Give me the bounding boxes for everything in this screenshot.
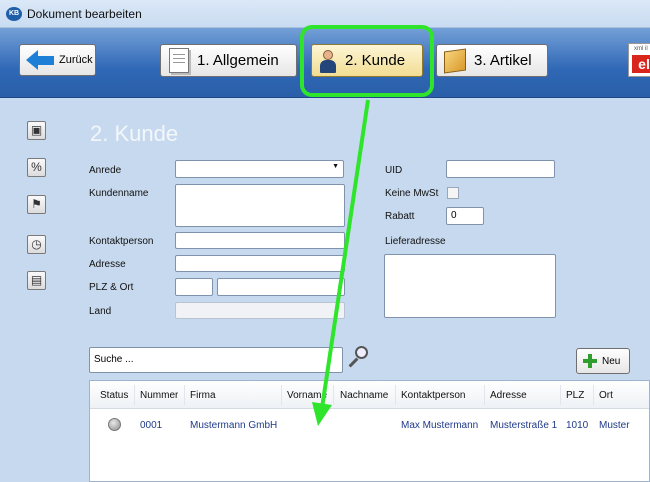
kundenname-field[interactable] — [175, 184, 345, 227]
search-input[interactable]: Suche ... — [89, 347, 343, 373]
col-kontaktperson[interactable]: Kontaktperson — [401, 390, 466, 401]
status-indicator-icon — [108, 418, 121, 431]
table-header: Status Nummer Firma Vorname Nachname Kon… — [90, 381, 649, 409]
new-button-label: Neu — [602, 355, 621, 367]
page-title: 2. Kunde — [90, 121, 179, 146]
col-nummer[interactable]: Nummer — [140, 390, 178, 401]
keine-mwst-label: Keine MwSt — [385, 188, 439, 199]
portrait-icon[interactable]: ▣ — [27, 121, 46, 140]
person-icon — [319, 49, 337, 73]
cell-kontaktperson: Max Mustermann — [401, 420, 479, 431]
cell-firma: Mustermann GmbH — [190, 420, 278, 431]
tab-allgemein-label: 1. Allgemein — [197, 52, 279, 69]
adresse-field[interactable] — [175, 255, 345, 272]
anrede-select[interactable] — [175, 160, 344, 178]
col-status[interactable]: Status — [100, 390, 128, 401]
col-nachname[interactable]: Nachname — [340, 390, 388, 401]
calendar-clock-icon[interactable]: ▤ — [27, 271, 46, 290]
ort-field[interactable] — [217, 278, 345, 296]
uid-field[interactable] — [446, 160, 555, 178]
keine-mwst-checkbox[interactable] — [447, 187, 459, 199]
brand-logo: xml il el — [628, 43, 650, 77]
tab-allgemein[interactable]: 1. Allgemein — [160, 44, 297, 77]
col-ort[interactable]: Ort — [599, 390, 613, 401]
customer-table: Status Nummer Firma Vorname Nachname Kon… — [89, 380, 650, 482]
land-field[interactable] — [175, 302, 345, 319]
col-plz[interactable]: PLZ — [566, 390, 584, 401]
anrede-label: Anrede — [89, 165, 122, 176]
tab-artikel[interactable]: 3. Artikel — [436, 44, 548, 77]
title-bar: KB Dokument bearbeiten — [0, 0, 650, 28]
lieferadresse-label: Lieferadresse — [385, 236, 446, 247]
plus-icon — [583, 354, 597, 368]
cell-plz: 1010 — [566, 420, 589, 431]
kontaktperson-field[interactable] — [175, 232, 345, 249]
clock-icon[interactable]: ◷ — [27, 235, 46, 254]
uid-label: UID — [385, 165, 403, 176]
back-button[interactable]: Zurück — [19, 44, 96, 76]
package-icon — [444, 47, 466, 74]
tab-kunde[interactable]: 2. Kunde — [311, 44, 423, 77]
toolbar: Zurück 1. Allgemein 2. Kunde 3. Artikel … — [0, 28, 650, 98]
cell-adresse: Musterstraße 1 — [490, 420, 558, 431]
signpost-icon[interactable]: ⚑ — [27, 195, 46, 214]
tab-artikel-label: 3. Artikel — [474, 52, 532, 69]
app-logo: KB — [6, 7, 22, 21]
rabatt-field[interactable]: 0 — [446, 207, 484, 225]
plz-field[interactable] — [175, 278, 213, 296]
adresse-label: Adresse — [89, 259, 126, 270]
document-icon — [169, 48, 189, 73]
kundenname-label: Kundenname — [89, 188, 149, 199]
back-arrow-icon — [26, 50, 38, 70]
lieferadresse-field[interactable] — [384, 254, 556, 318]
kontaktperson-label: Kontaktperson — [89, 236, 154, 247]
land-label: Land — [89, 306, 112, 317]
rabatt-label: Rabatt — [385, 211, 415, 222]
col-vorname[interactable]: Vorname — [287, 390, 329, 401]
col-firma[interactable]: Firma — [190, 390, 216, 401]
plz-ort-label: PLZ & Ort — [89, 282, 134, 293]
table-row[interactable]: 0001 Mustermann GmbH Max Mustermann Must… — [90, 411, 649, 436]
cell-nummer: 0001 — [140, 420, 163, 431]
window-title: Dokument bearbeiten — [27, 7, 142, 21]
col-adresse[interactable]: Adresse — [490, 390, 527, 401]
cell-ort: Muster — [599, 420, 630, 431]
back-button-label: Zurück — [59, 54, 93, 66]
search-icon[interactable] — [347, 346, 371, 370]
tab-kunde-label: 2. Kunde — [345, 52, 406, 69]
percent-icon[interactable]: % — [27, 158, 46, 177]
new-customer-button[interactable]: Neu — [576, 348, 630, 374]
